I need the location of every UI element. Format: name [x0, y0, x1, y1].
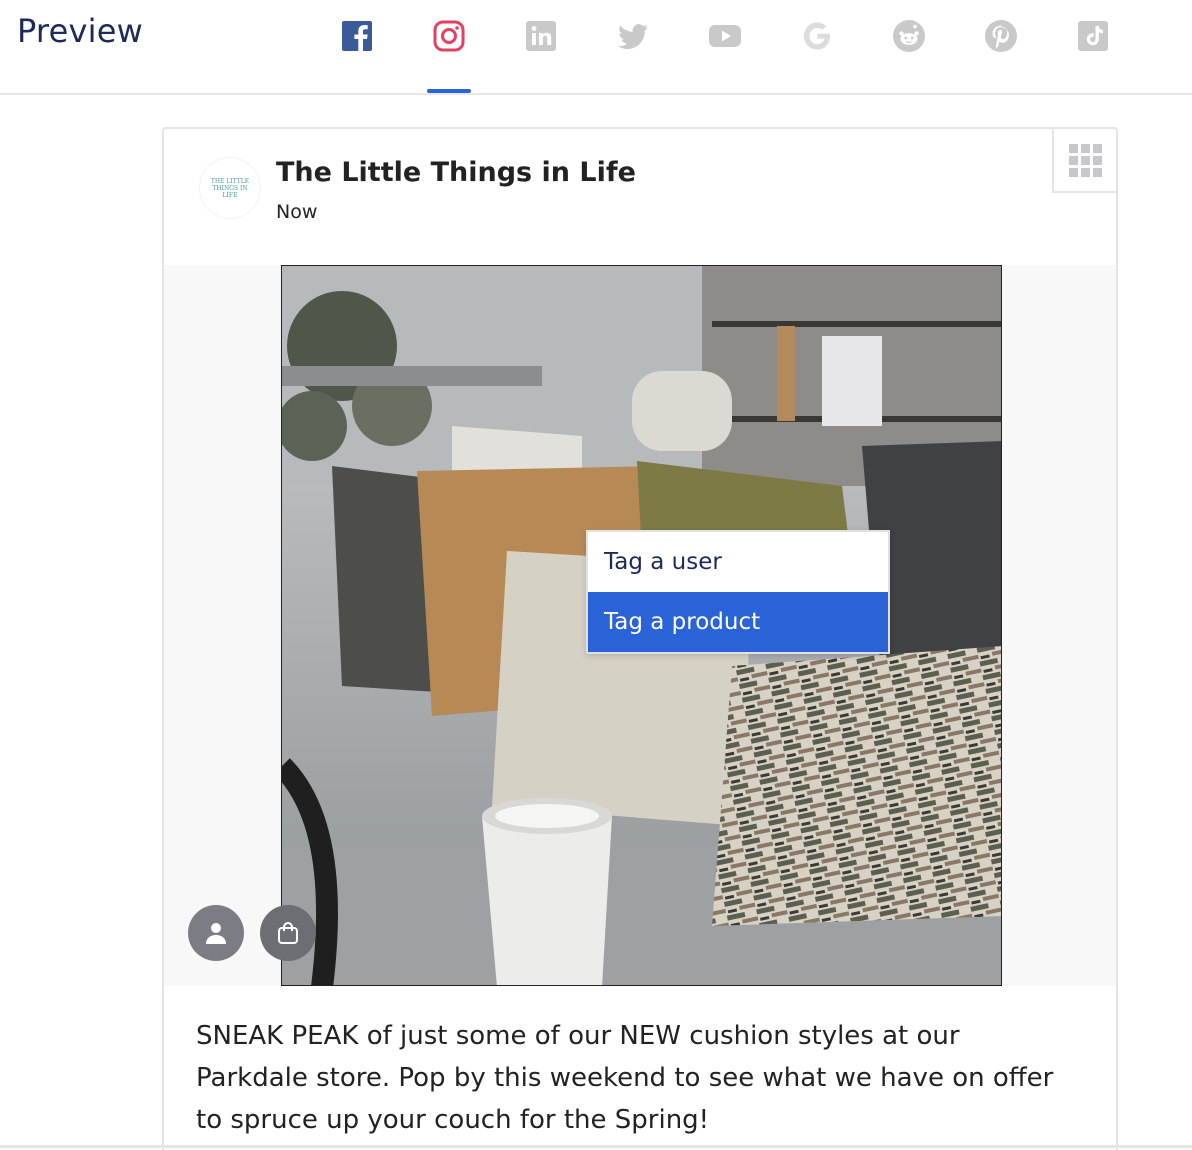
tiktok-icon [1078, 21, 1108, 51]
tag-product-button[interactable] [260, 905, 316, 961]
account-name: The Little Things in Life [276, 157, 636, 188]
post-timestamp: Now [276, 201, 318, 223]
tag-user-button[interactable] [188, 905, 244, 961]
tab-pinterest[interactable] [979, 14, 1023, 58]
divider [0, 1145, 1192, 1148]
avatar-logo-text: THE LITTLE THINGS IN LIFE [210, 177, 250, 199]
youtube-icon [709, 25, 741, 47]
linkedin-icon [526, 21, 556, 51]
tab-google[interactable] [795, 14, 839, 58]
tab-linkedin[interactable] [519, 14, 563, 58]
tab-tiktok[interactable] [1071, 14, 1115, 58]
twitter-icon [618, 24, 648, 49]
pinterest-icon [985, 20, 1017, 52]
preview-header: Preview [0, 0, 1192, 95]
tab-twitter[interactable] [611, 14, 655, 58]
grid-view-button[interactable] [1052, 129, 1116, 193]
tag-product-option[interactable]: Tag a product [588, 592, 888, 652]
reddit-icon [893, 20, 925, 52]
post-caption: SNEAK PEAK of just some of our NEW cushi… [196, 1021, 1054, 1135]
tab-youtube[interactable] [703, 14, 747, 58]
tag-menu: Tag a user Tag a product [586, 530, 890, 654]
post-preview-card: THE LITTLE THINGS IN LIFE The Little Thi… [162, 127, 1118, 1150]
tab-instagram[interactable] [427, 14, 471, 58]
tag-user-option[interactable]: Tag a user [588, 532, 888, 592]
grid-icon [1068, 143, 1102, 177]
platform-tabs [0, 0, 1192, 95]
facebook-icon [342, 21, 372, 51]
user-icon [206, 923, 226, 944]
tab-reddit[interactable] [887, 14, 931, 58]
shopping-bag-icon [278, 922, 298, 944]
tab-facebook[interactable] [335, 14, 379, 58]
google-icon [803, 22, 830, 50]
instagram-icon [433, 20, 465, 52]
avatar: THE LITTLE THINGS IN LIFE [199, 157, 261, 219]
active-tab-indicator [427, 89, 471, 93]
